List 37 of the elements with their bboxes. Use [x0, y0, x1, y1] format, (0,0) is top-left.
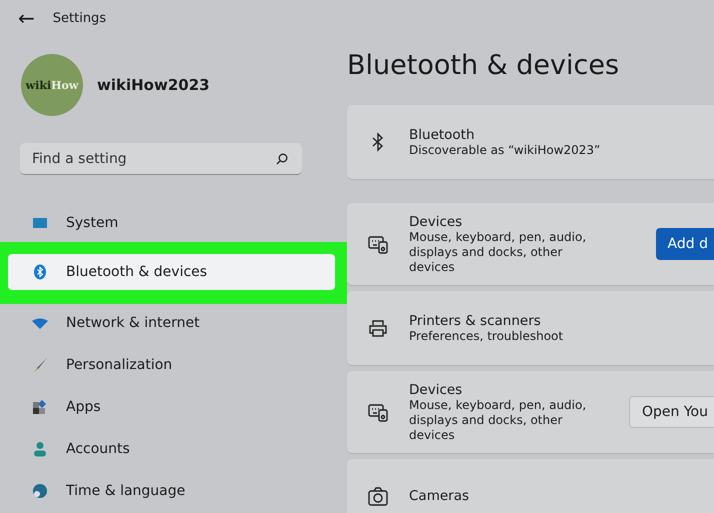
window-title: Settings: [52, 10, 106, 26]
avatar-text-accent: How: [51, 78, 78, 92]
open-button[interactable]: Open You: [629, 396, 714, 428]
page-title: Bluetooth & devices: [347, 50, 620, 81]
avatar-text: wiki: [26, 78, 52, 92]
settings-card[interactable]: Bluetooth Discoverable as “wikiHow2023”: [347, 105, 714, 179]
user-name: wikiHow2023: [97, 76, 210, 94]
sidebar-item[interactable]: Accounts: [8, 431, 335, 467]
card-title: Printers & scanners: [409, 312, 542, 328]
monitor-icon: [32, 215, 48, 231]
sidebar-item[interactable]: System: [8, 205, 335, 241]
sidebar-item[interactable]: Personalization: [8, 347, 335, 383]
sidebar-item[interactable]: Bluetooth & devices: [8, 254, 335, 290]
apps-icon: [32, 399, 48, 415]
card-title: Cameras: [409, 488, 470, 504]
person-icon: [32, 441, 48, 457]
bluetooth-icon: [32, 264, 48, 280]
back-button[interactable]: ←: [18, 8, 35, 28]
search-field[interactable]: Find a setting: [20, 143, 302, 175]
card-subtitle: Mouse, keyboard, pen, audio, displays and docks, other devices: [409, 230, 588, 274]
card-title: Bluetooth: [409, 126, 476, 142]
card-title: Devices: [409, 382, 464, 398]
settings-card[interactable]: Printers & scanners Preferences, troubleshoot: [347, 291, 714, 365]
card-subtitle: Preferences, troubleshoot: [409, 328, 564, 344]
sidebar-item[interactable]: Time & language: [8, 473, 335, 509]
sidebar-item[interactable]: Network & internet: [8, 305, 335, 341]
globe-icon: [32, 483, 48, 499]
camera-icon: [367, 485, 389, 507]
add-device-button[interactable]: Add d: [656, 228, 714, 260]
sidebar-item[interactable]: Apps: [8, 389, 335, 425]
settings-card[interactable]: Devices Mouse, keyboard, pen, audio, displays and docks, other devices Open You: [347, 371, 714, 453]
search-icon: [276, 153, 288, 165]
settings-card[interactable]: Devices Mouse, keyboard, pen, audio, displays and docks, other devices Add d: [347, 203, 714, 285]
card-subtitle: Mouse, keyboard, pen, audio, displays and docks, other devices: [409, 398, 588, 442]
card-subtitle: Discoverable as “wikiHow2023”: [409, 142, 602, 158]
settings-card[interactable]: Cameras: [347, 459, 714, 513]
card-title: Devices: [409, 214, 464, 230]
